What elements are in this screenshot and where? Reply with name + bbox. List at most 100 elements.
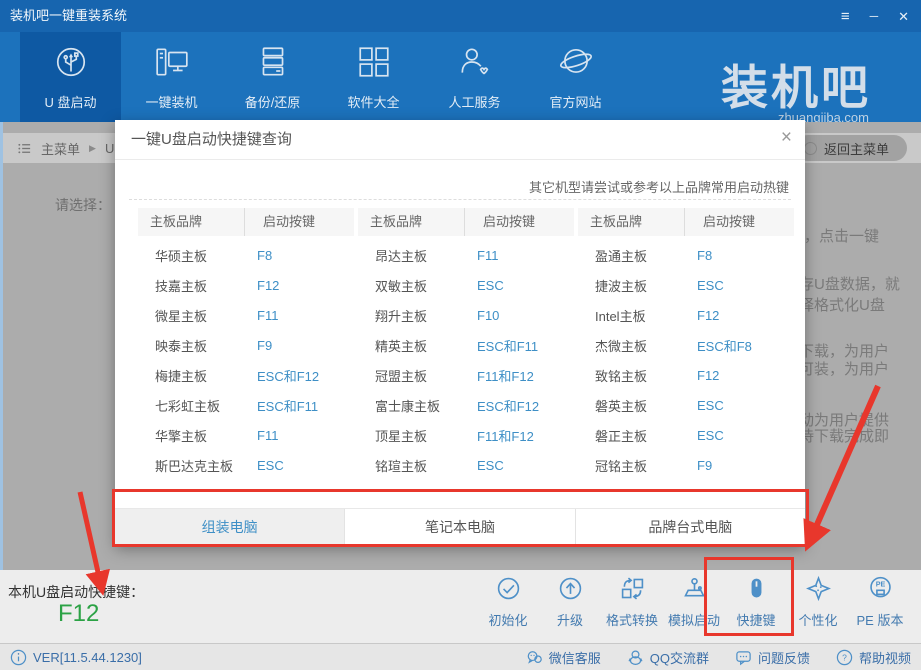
table-row: 磐英主板ESC xyxy=(578,390,794,420)
person-icon xyxy=(457,44,493,85)
background-text-fragment: ”，点击一键 xyxy=(799,225,921,246)
back-circle-icon xyxy=(804,142,817,155)
computer-type-tabs: 组装电脑 笔记本电脑 品牌台式电脑 xyxy=(115,508,805,545)
hotkey-button[interactable]: 快捷键 xyxy=(725,575,787,629)
table-row: Intel主板F12 xyxy=(578,300,794,330)
hotkey-table-column-3: 主板品牌 启动按键 盈通主板F8 捷波主板ESC Intel主板F12 杰微主板… xyxy=(578,208,794,480)
svg-text:?: ? xyxy=(842,652,847,662)
help-video-link[interactable]: ? 帮助视频 xyxy=(836,648,911,667)
initialize-button[interactable]: 初始化 xyxy=(477,575,539,629)
nav-item-official-website[interactable]: 官方网站 xyxy=(525,32,626,122)
pe-version-icon: PE xyxy=(867,575,894,607)
status-links: 微信客服 QQ交流群 问题反馈 ? 帮助视频 xyxy=(526,644,911,670)
window-controls: ≡ ─ ✕ xyxy=(841,0,909,32)
close-dialog-icon[interactable]: × xyxy=(781,128,792,147)
column-header-key: 启动按键 xyxy=(245,208,315,236)
nav-label: 人工服务 xyxy=(448,92,500,111)
usb-icon xyxy=(53,44,89,85)
format-convert-button[interactable]: 格式转换 xyxy=(601,575,663,629)
simulate-boot-button[interactable]: 模拟启动 xyxy=(663,575,725,629)
nav-label: 备份/还原 xyxy=(245,92,301,111)
dialog-header: 一键U盘启动快捷键查询 × xyxy=(115,120,805,160)
feedback-link[interactable]: 问题反馈 xyxy=(735,648,810,667)
background-text-fragment: 存U盘数据，就 xyxy=(799,273,921,294)
wechat-icon xyxy=(526,649,543,666)
bottom-toolbar: 初始化 升级 格式转换 模拟启动 快捷键 个性化 xyxy=(477,575,911,629)
init-check-icon xyxy=(495,575,522,607)
version-info: VER[11.5.44.1230] xyxy=(10,644,142,670)
menu-icon[interactable]: ≡ xyxy=(841,9,850,24)
background-text-fragment: 可装，为用户 xyxy=(799,358,921,379)
table-row: 捷波主板ESC xyxy=(578,270,794,300)
app-title: 装机吧一键重装系统 xyxy=(10,0,127,32)
table-row: 映泰主板F9 xyxy=(138,330,354,360)
table-row: 铭瑄主板ESC xyxy=(358,450,574,480)
please-select-label: 请选择： xyxy=(55,195,111,215)
tab-assembled-pc[interactable]: 组装电脑 xyxy=(115,509,344,545)
local-hotkey-label: 本机U盘启动快捷键： xyxy=(8,582,144,602)
version-text: VER[11.5.44.1230] xyxy=(33,650,142,665)
hotkey-table-column-2: 主板品牌 启动按键 昂达主板F11 双敏主板ESC 翔升主板F10 精英主板ES… xyxy=(358,208,574,480)
breadcrumb-main-menu[interactable]: 主菜单 xyxy=(41,139,80,158)
nav-item-human-service[interactable]: 人工服务 xyxy=(424,32,525,122)
tab-laptop[interactable]: 笔记本电脑 xyxy=(344,509,574,545)
background-text-fragment: 待下载完成即 xyxy=(799,425,921,446)
table-row: 微星主板F11 xyxy=(138,300,354,330)
left-edge-strip xyxy=(0,122,3,570)
nav-item-one-key-install[interactable]: 一键装机 xyxy=(121,32,222,122)
background-text-fragment: 择格式化U盘 xyxy=(799,294,921,315)
table-row: 磐正主板ESC xyxy=(578,420,794,450)
back-button-label: 返回主菜单 xyxy=(824,139,889,158)
info-icon xyxy=(10,649,27,666)
upgrade-arrow-icon xyxy=(557,575,584,607)
dashed-divider xyxy=(129,199,791,200)
titlebar: 装机吧一键重装系统 ≡ ─ ✕ xyxy=(0,0,921,32)
nav-item-software-collection[interactable]: 软件大全 xyxy=(323,32,424,122)
computer-icon xyxy=(154,44,190,85)
table-row: 翔升主板F10 xyxy=(358,300,574,330)
minimize-icon[interactable]: ─ xyxy=(870,10,879,22)
hotkey-mouse-icon xyxy=(743,575,770,607)
table-row: 梅捷主板ESC和F12 xyxy=(138,360,354,390)
close-window-icon[interactable]: ✕ xyxy=(898,10,909,23)
hotkey-query-dialog: 一键U盘启动快捷键查询 × 其它机型请尝试或参考以上品牌常用启动热键 主板品牌 … xyxy=(115,120,805,545)
personalize-button[interactable]: 个性化 xyxy=(787,575,849,629)
table-row: 冠盟主板F11和F12 xyxy=(358,360,574,390)
bottom-panel: 本机U盘启动快捷键： F12 初始化 升级 格式转换 模拟启动 快捷键 xyxy=(0,570,921,643)
table-row: 技嘉主板F12 xyxy=(138,270,354,300)
return-main-menu-button[interactable]: 返回主菜单 xyxy=(795,135,907,161)
table-row: 华硕主板F8 xyxy=(138,240,354,270)
table-row: 杰微主板ESC和F8 xyxy=(578,330,794,360)
local-hotkey-value: F12 xyxy=(58,600,99,628)
svg-text:PE: PE xyxy=(875,580,885,589)
table-row: 精英主板ESC和F11 xyxy=(358,330,574,360)
column-header-key: 启动按键 xyxy=(465,208,535,236)
server-stack-icon xyxy=(255,44,291,85)
personalize-star-icon xyxy=(805,575,832,607)
nav-label: 官方网站 xyxy=(549,92,601,111)
table-row: 盈通主板F8 xyxy=(578,240,794,270)
pe-version-button[interactable]: PE PE 版本 xyxy=(849,575,911,629)
qq-group-link[interactable]: QQ交流群 xyxy=(627,648,709,667)
table-row: 斯巴达克主板ESC xyxy=(138,450,354,480)
upgrade-button[interactable]: 升级 xyxy=(539,575,601,629)
dialog-hint: 其它机型请尝试或参考以上品牌常用启动热键 xyxy=(529,177,789,196)
chevron-right-icon: ▶ xyxy=(89,143,96,154)
feedback-bubble-icon xyxy=(735,649,752,666)
table-row: 华擎主板F11 xyxy=(138,420,354,450)
tab-brand-desktop[interactable]: 品牌台式电脑 xyxy=(575,509,805,545)
breadcrumb-current-partial: U xyxy=(105,141,114,156)
globe-icon xyxy=(558,44,594,85)
column-header-brand: 主板品牌 xyxy=(358,208,465,236)
qq-icon xyxy=(627,649,644,666)
nav-item-usb-boot[interactable]: U 盘启动 xyxy=(20,32,121,122)
nav-label: 软件大全 xyxy=(347,92,399,111)
column-header-key: 启动按键 xyxy=(685,208,755,236)
logo-wordmark: 装机吧 xyxy=(721,62,871,114)
table-row: 昂达主板F11 xyxy=(358,240,574,270)
nav-item-backup-restore[interactable]: 备份/还原 xyxy=(222,32,323,122)
grid-icon xyxy=(356,44,392,85)
wechat-support-link[interactable]: 微信客服 xyxy=(526,648,601,667)
table-row: 双敏主板ESC xyxy=(358,270,574,300)
hotkey-table-column-1: 主板品牌 启动按键 华硕主板F8 技嘉主板F12 微星主板F11 映泰主板F9 … xyxy=(138,208,354,480)
